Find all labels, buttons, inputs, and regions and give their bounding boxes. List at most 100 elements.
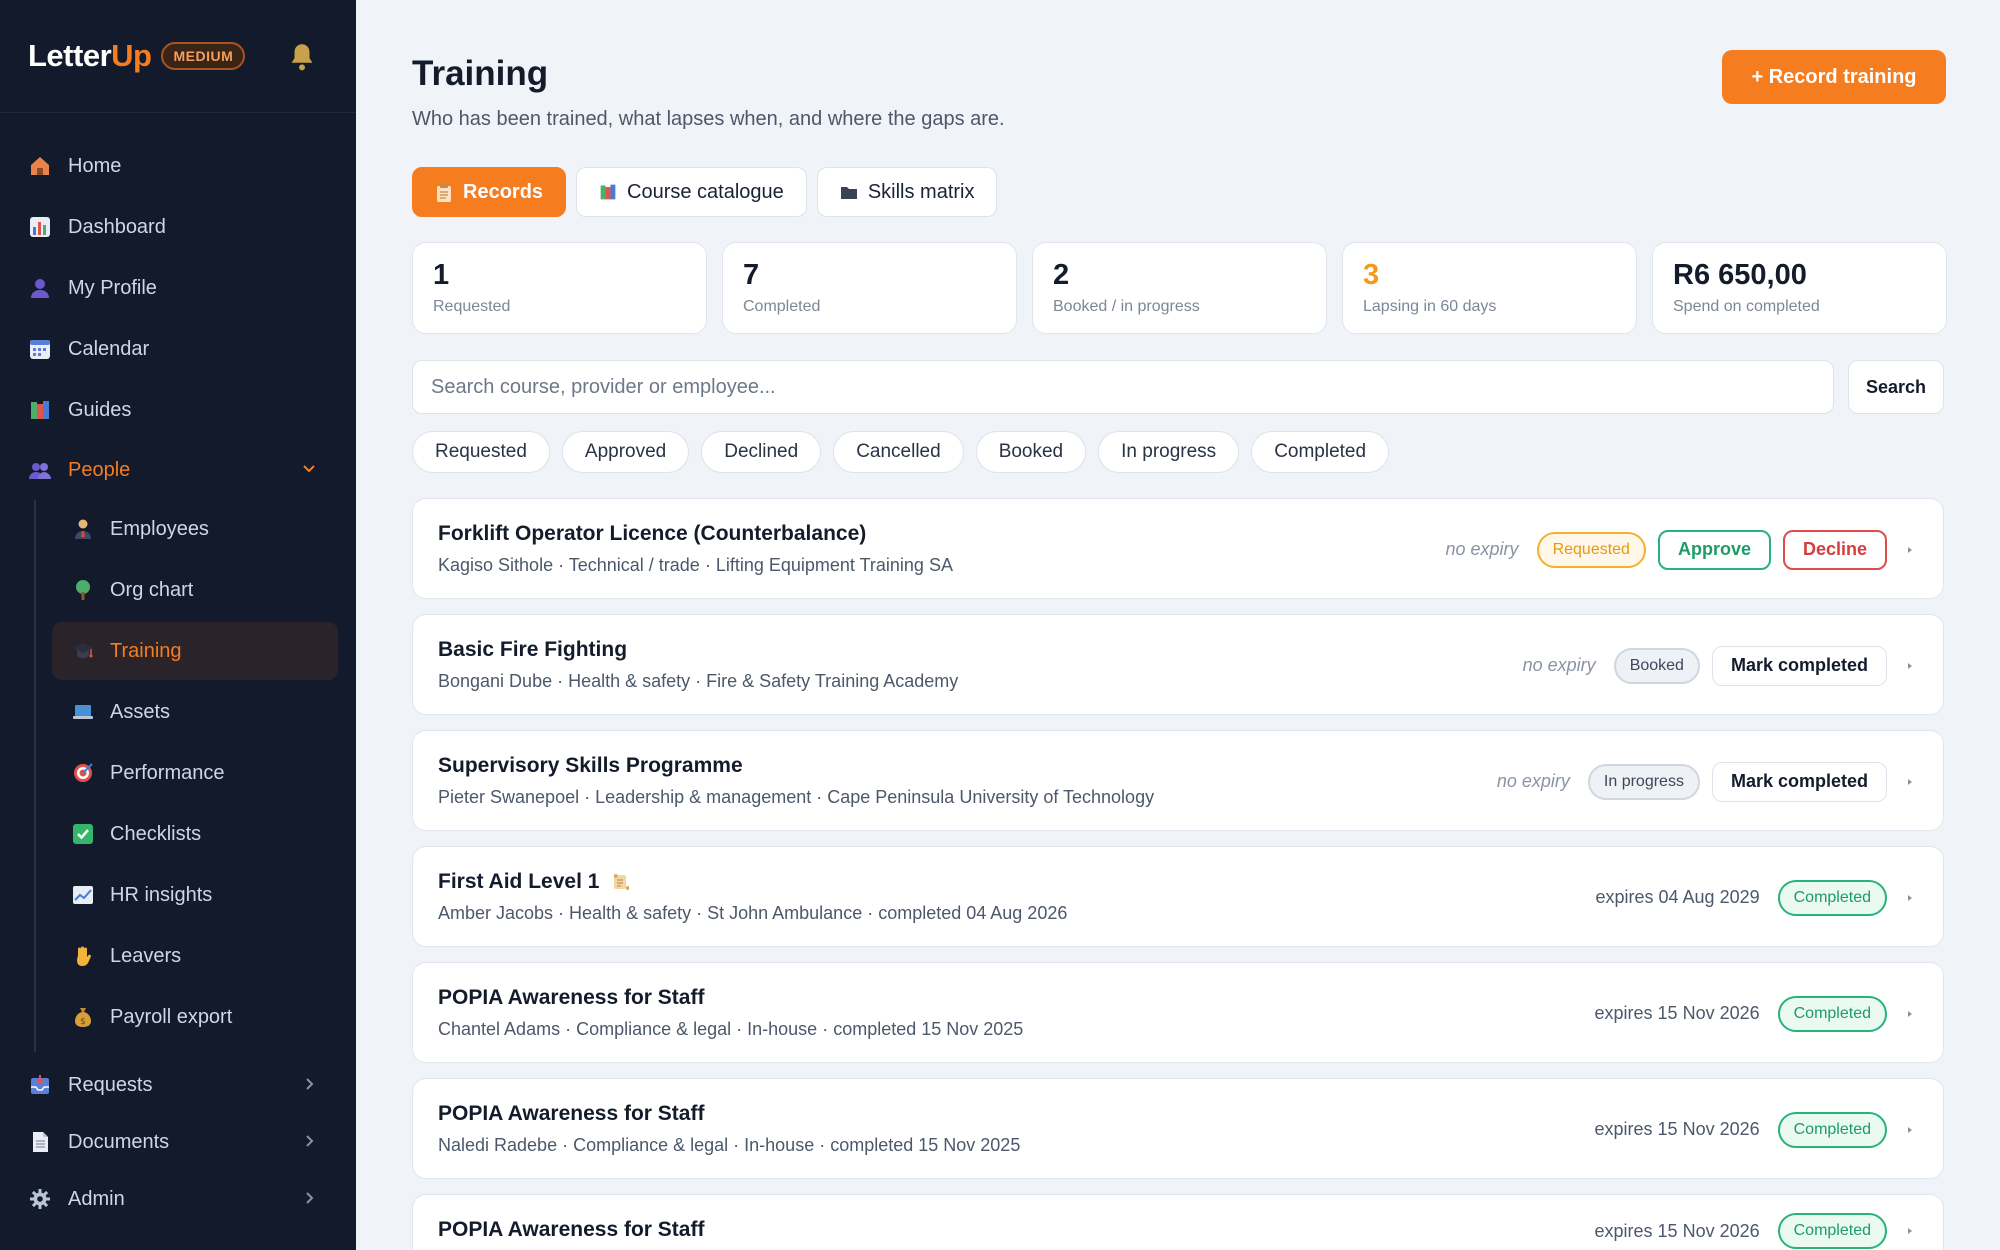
tab-skills-matrix[interactable]: Skills matrix xyxy=(816,167,998,217)
filter-chip-declined[interactable]: Declined xyxy=(701,431,822,473)
stat-label: Completed xyxy=(743,298,821,315)
nav-item-people[interactable]: People xyxy=(28,450,328,490)
training-record-row[interactable]: Basic Fire Fighting Bongani Dube · Healt… xyxy=(412,614,1944,715)
sidebar-item-payroll-export[interactable]: $ Payroll export xyxy=(52,988,338,1046)
clipboard-icon xyxy=(435,183,453,202)
sidebar-item-leavers[interactable]: Leavers xyxy=(52,927,338,985)
training-record-row[interactable]: POPIA Awareness for Staff expires 15 Nov… xyxy=(412,1194,1944,1250)
training-record-row[interactable]: First Aid Level 1 Amber Jacobs · Health … xyxy=(412,846,1944,947)
caret-right-icon[interactable] xyxy=(1905,661,1915,671)
caret-right-icon[interactable] xyxy=(1905,893,1915,903)
nav-label-documents: Documents xyxy=(68,1130,170,1153)
filter-chip-requested[interactable]: Requested xyxy=(412,431,550,473)
sidebar-item-checklists[interactable]: Checklists xyxy=(52,805,338,863)
sidebar-label-leavers: Leavers xyxy=(110,944,182,967)
search-button[interactable]: Search xyxy=(1848,360,1944,414)
filter-chip-completed[interactable]: Completed xyxy=(1251,431,1390,473)
record-title-text: POPIA Awareness for Staff xyxy=(438,1218,705,1241)
tab-label-catalogue: Course catalogue xyxy=(627,180,784,203)
caret-right-icon[interactable] xyxy=(1905,777,1915,787)
record-meta: Chantel Adams · Compliance & legal · In-… xyxy=(438,1019,1024,1039)
sidebar-label-training: Training xyxy=(110,639,182,662)
tab-course-catalogue[interactable]: Course catalogue xyxy=(576,167,807,217)
document-icon xyxy=(28,1130,52,1154)
nav-label-dashboard: Dashboard xyxy=(68,215,166,238)
record-title-text: POPIA Awareness for Staff xyxy=(438,986,705,1009)
nav-label-calendar: Calendar xyxy=(68,337,150,360)
stat-card-lapsing[interactable]: 3 Lapsing in 60 days xyxy=(1342,242,1637,334)
record-title: POPIA Awareness for Staff xyxy=(438,1218,704,1242)
logo[interactable]: LetterUp xyxy=(28,38,152,74)
training-record-row[interactable]: Forklift Operator Licence (Counterbalanc… xyxy=(412,498,1944,599)
sidebar-item-performance[interactable]: Performance xyxy=(52,744,338,802)
sidebar-item-assets[interactable]: Assets xyxy=(52,683,338,741)
caret-right-icon[interactable] xyxy=(1905,545,1915,555)
notification-bell-icon[interactable] xyxy=(288,42,316,72)
sidebar-item-employees[interactable]: Employees xyxy=(52,500,338,558)
nav-item-documents[interactable]: Documents xyxy=(28,1122,328,1162)
record-meta: Bongani Dube · Health & safety · Fire & … xyxy=(438,671,959,691)
status-badge: Requested xyxy=(1536,531,1646,568)
sidebar-label-checklists: Checklists xyxy=(110,822,202,845)
nav-item-requests[interactable]: Requests xyxy=(28,1065,328,1105)
decline-button[interactable]: Decline xyxy=(1782,529,1887,570)
stat-card-completed[interactable]: 7 Completed xyxy=(722,242,1017,334)
sidebar-item-training[interactable]: Training xyxy=(52,622,338,680)
record-actions: no expiry In progress Mark completed xyxy=(1497,731,1915,832)
sidebar-item-hr-insights[interactable]: HR insights xyxy=(52,866,338,924)
logo-text-b: Up xyxy=(111,38,152,73)
approve-button[interactable]: Approve xyxy=(1657,529,1771,570)
sidebar: LetterUp MEDIUM Home Dashboard My Profil… xyxy=(0,0,356,1250)
search-input[interactable] xyxy=(412,360,1834,414)
stat-card-requested[interactable]: 1 Requested xyxy=(412,242,707,334)
stats-row: 1 Requested 7 Completed 2 Booked / in pr… xyxy=(412,242,1947,334)
caret-right-icon[interactable] xyxy=(1905,1226,1915,1236)
record-training-button[interactable]: + Record training xyxy=(1722,50,1946,104)
plan-tier-badge: MEDIUM xyxy=(161,42,246,70)
chevron-right-icon xyxy=(306,1135,314,1147)
stat-label: Spend on completed xyxy=(1673,298,1820,315)
filter-chip-cancelled[interactable]: Cancelled xyxy=(833,431,964,473)
caret-right-icon[interactable] xyxy=(1905,1125,1915,1135)
nav-label-admin: Admin xyxy=(68,1187,125,1210)
status-badge: Completed xyxy=(1777,1213,1887,1249)
checkmark-box-icon xyxy=(72,823,94,845)
training-record-row[interactable]: POPIA Awareness for Staff Chantel Adams … xyxy=(412,962,1944,1063)
stat-label: Lapsing in 60 days xyxy=(1363,298,1497,315)
nav-item-admin[interactable]: Admin xyxy=(28,1179,328,1219)
nav-label-home: Home xyxy=(68,154,122,177)
stat-card-booked[interactable]: 2 Booked / in progress xyxy=(1032,242,1327,334)
record-title-text: Supervisory Skills Programme xyxy=(438,754,743,777)
filter-chip-approved[interactable]: Approved xyxy=(561,431,690,473)
training-record-row[interactable]: Supervisory Skills Programme Pieter Swan… xyxy=(412,730,1944,831)
nav-item-calendar[interactable]: Calendar xyxy=(28,329,328,369)
record-meta: Pieter Swanepoel · Leadership & manageme… xyxy=(438,787,1155,807)
filter-chip-booked[interactable]: Booked xyxy=(975,431,1087,473)
mark-completed-button[interactable]: Mark completed xyxy=(1711,761,1887,802)
page-subtitle: Who has been trained, what lapses when, … xyxy=(412,108,1005,130)
laptop-icon xyxy=(72,701,94,723)
target-icon xyxy=(72,762,94,784)
nav-item-my-profile[interactable]: My Profile xyxy=(28,268,328,308)
record-expiry: expires 15 Nov 2026 xyxy=(1594,1221,1760,1241)
mark-completed-button[interactable]: Mark completed xyxy=(1711,645,1887,686)
sidebar-label-performance: Performance xyxy=(110,761,225,784)
nav-item-dashboard[interactable]: Dashboard xyxy=(28,207,328,247)
money-bag-icon: $ xyxy=(72,1006,94,1028)
record-actions: no expiry Booked Mark completed xyxy=(1523,615,1915,716)
stat-card-spend[interactable]: R6 650,00 Spend on completed xyxy=(1652,242,1947,334)
record-title: Basic Fire Fighting xyxy=(438,638,627,662)
filter-chip-in-progress[interactable]: In progress xyxy=(1098,431,1240,473)
page-title: Training xyxy=(412,54,549,93)
record-title-text: Forklift Operator Licence (Counterbalanc… xyxy=(438,522,867,545)
status-badge: Completed xyxy=(1777,879,1887,916)
tree-icon xyxy=(72,579,94,601)
tab-records[interactable]: Records xyxy=(412,167,567,217)
nav-item-home[interactable]: Home xyxy=(28,146,328,186)
sidebar-item-org-chart[interactable]: Org chart xyxy=(52,561,338,619)
caret-right-icon[interactable] xyxy=(1905,1009,1915,1019)
nav-item-guides[interactable]: Guides xyxy=(28,390,328,430)
gear-icon xyxy=(28,1187,52,1211)
record-expiry: expires 15 Nov 2026 xyxy=(1594,1003,1760,1023)
training-record-row[interactable]: POPIA Awareness for Staff Naledi Radebe … xyxy=(412,1078,1944,1179)
